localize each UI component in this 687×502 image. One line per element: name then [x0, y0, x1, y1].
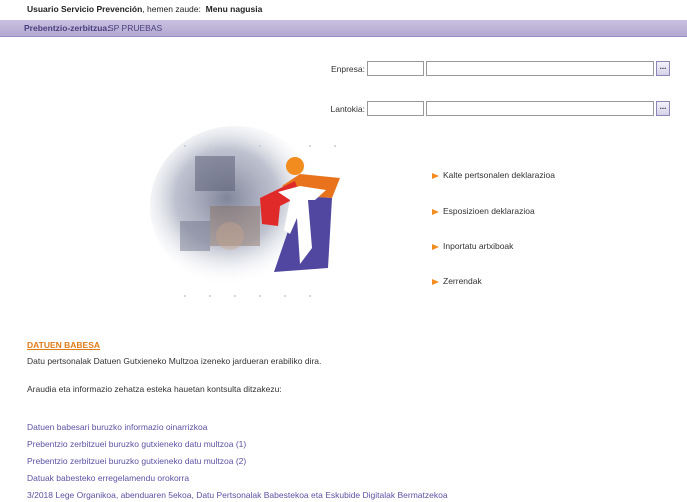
empresa-code-input[interactable]	[367, 61, 424, 76]
lantokia-code-input[interactable]	[367, 101, 424, 116]
menu-item-label: Kalte pertsonalen deklarazioa	[443, 170, 555, 180]
lantokia-label: Lantokia:	[330, 104, 366, 114]
prevention-logo-collage	[150, 126, 340, 297]
link-organic-law[interactable]: 3/2018 Lege Organikoa, abenduaren 5ekoa,…	[27, 490, 448, 500]
link-gdpr[interactable]: Datuak babesteko erregelamendu orokorra	[27, 473, 189, 483]
menu-item-label: Inportatu artxiboak	[443, 241, 514, 251]
arrow-icon	[432, 278, 439, 285]
menu-item-esposizio[interactable]: Esposizioen deklarazioa	[432, 206, 535, 216]
link-basic-info[interactable]: Datuen babesari buruzko informazio oinar…	[27, 422, 207, 432]
user-name: Usuario Servicio Prevención	[27, 4, 143, 14]
empresa-label: Enpresa:	[330, 64, 365, 74]
menu-item-label: Esposizioen deklarazioa	[443, 206, 535, 216]
main-menu-link[interactable]: Menu nagusia	[206, 4, 263, 14]
link-dataset-2[interactable]: Prebentzio zerbitzuei buruzko gutxieneko…	[27, 456, 246, 466]
menu-item-label: Zerrendak	[443, 276, 482, 286]
data-protection-title[interactable]: DATUEN BABESA	[27, 340, 100, 350]
lantokia-name-input[interactable]	[426, 101, 654, 116]
location-text: , hemen zaude:	[142, 4, 201, 14]
arrow-icon	[432, 208, 439, 215]
service-bar: Prebentzio-zerbitzua: SP PRUEBAS	[0, 20, 687, 37]
top-bar: Usuario Servicio Prevención, hemen zaude…	[0, 0, 687, 17]
arrow-icon	[432, 172, 439, 179]
empresa-name-input[interactable]	[426, 61, 654, 76]
menu-item-kalte[interactable]: Kalte pertsonalen deklarazioa	[432, 170, 555, 180]
data-protection-intro: Araudia eta informazio zehatza esteka ha…	[27, 384, 282, 394]
arrow-icon	[432, 243, 439, 250]
service-value: SP PRUEBAS	[108, 23, 163, 33]
menu-item-zerrendak[interactable]: Zerrendak	[432, 276, 482, 286]
menu-item-inportatu[interactable]: Inportatu artxiboak	[432, 241, 513, 251]
link-dataset-1[interactable]: Prebentzio zerbitzuei buruzko gutxieneko…	[27, 439, 246, 449]
data-protection-text: Datu pertsonalak Datuen Gutxieneko Multz…	[27, 356, 322, 366]
lantokia-lookup-button[interactable]: ...	[656, 101, 670, 116]
user-location: Usuario Servicio Prevención, hemen zaude…	[27, 4, 262, 14]
service-label: Prebentzio-zerbitzua:	[24, 23, 110, 33]
empresa-lookup-button[interactable]: ...	[656, 61, 670, 76]
